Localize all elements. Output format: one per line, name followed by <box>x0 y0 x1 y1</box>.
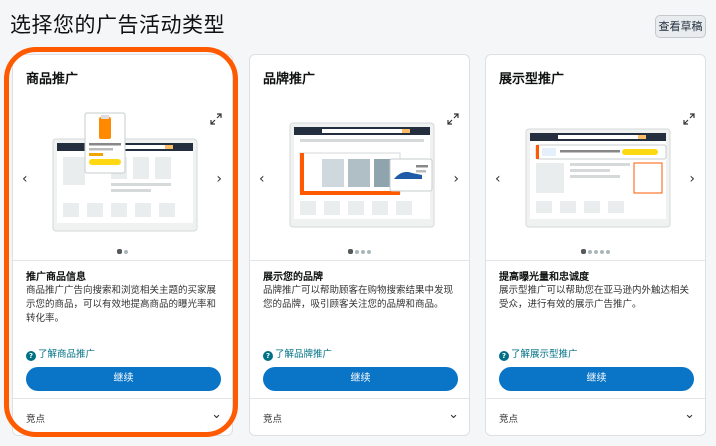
carousel-dot[interactable] <box>117 249 122 254</box>
campaign-card-sponsored-display: 展示型推广 ‹ › 提高曝光量和忠诚度 展示型推广可以帮助您在亚马逊内外触达相关… <box>485 54 706 436</box>
card-subtitle: 推广商品信息 <box>26 272 86 283</box>
footer-label: 竞点 <box>26 414 46 425</box>
divider <box>250 260 469 261</box>
expand-icon[interactable] <box>683 113 695 125</box>
help-icon: ? <box>263 351 273 361</box>
continue-button[interactable]: 继续 <box>26 367 221 391</box>
learn-more-label: 了解展示型推广 <box>511 349 578 360</box>
carousel-next-arrow[interactable]: › <box>453 171 459 187</box>
divider <box>486 398 705 399</box>
expand-icon[interactable] <box>447 113 459 125</box>
card-description: 商品推广广告向搜索和浏览相关主题的买家展示您的商品，可以有效地提高商品的曝光率和… <box>26 285 217 324</box>
carousel-dot[interactable] <box>606 250 610 254</box>
learn-more-link[interactable]: ? 了解展示型推广 <box>499 346 578 361</box>
card-description: 展示型推广可以帮助您在亚马逊内外触达相关受众，进行有效的展示广告推广。 <box>499 285 690 310</box>
sponsored-brands-illustration <box>289 122 435 228</box>
carousel-pagination[interactable] <box>486 239 705 258</box>
card-title: 品牌推广 <box>263 72 316 87</box>
divider <box>13 260 232 261</box>
card-subtitle: 提高曝光量和忠诚度 <box>499 272 589 283</box>
chevron-down-icon[interactable]: ⌄ <box>448 407 459 422</box>
learn-more-link[interactable]: ? 了解品牌推广 <box>263 346 332 361</box>
carousel-dot[interactable] <box>594 250 598 254</box>
carousel-dot[interactable] <box>348 249 353 254</box>
chevron-down-icon[interactable]: ⌄ <box>684 407 695 422</box>
carousel-dot[interactable] <box>355 250 359 254</box>
expand-icon[interactable] <box>210 113 222 125</box>
carousel-pagination[interactable] <box>250 239 469 258</box>
divider <box>13 398 232 399</box>
carousel-dot[interactable] <box>581 249 586 254</box>
view-drafts-button[interactable]: 查看草稿 <box>655 15 706 38</box>
learn-more-label: 了解品牌推广 <box>275 349 333 360</box>
campaign-card-sponsored-brands: 品牌推广 ‹ › 展示您的品牌 品牌推广可以帮助顾客在购物搜索结果中发现您的品牌… <box>249 54 470 436</box>
continue-button[interactable]: 继续 <box>499 367 694 391</box>
card-title: 商品推广 <box>26 72 79 87</box>
continue-button[interactable]: 继续 <box>263 367 458 391</box>
carousel-dot[interactable] <box>124 250 128 254</box>
chevron-down-icon[interactable]: ⌄ <box>211 407 222 422</box>
carousel-dot[interactable] <box>367 250 371 254</box>
carousel-prev-arrow[interactable]: ‹ <box>22 171 28 187</box>
card-subtitle: 展示您的品牌 <box>263 272 323 283</box>
carousel-prev-arrow[interactable]: ‹ <box>495 171 501 187</box>
carousel-prev-arrow[interactable]: ‹ <box>259 171 265 187</box>
help-icon: ? <box>26 351 36 361</box>
carousel-next-arrow[interactable]: › <box>216 171 222 187</box>
learn-more-label: 了解商品推广 <box>38 349 96 360</box>
carousel-dot[interactable] <box>600 250 604 254</box>
divider <box>486 260 705 261</box>
carousel-dot[interactable] <box>361 250 365 254</box>
footer-label: 竞点 <box>499 414 519 425</box>
card-description: 品牌推广可以帮助顾客在购物搜索结果中发现您的品牌，吸引顾客关注您的品牌和商品。 <box>263 285 454 310</box>
sponsored-products-illustration <box>52 112 198 232</box>
sponsored-display-illustration <box>525 128 671 228</box>
carousel-dot[interactable] <box>588 250 592 254</box>
help-icon: ? <box>499 351 509 361</box>
campaign-card-sponsored-products: 商品推广 ‹ › 推广商品信息 商品推广广告向搜索和浏览相关主题的买家展示您的商… <box>12 54 233 436</box>
learn-more-link[interactable]: ? 了解商品推广 <box>26 346 95 361</box>
card-title: 展示型推广 <box>499 72 565 87</box>
carousel-next-arrow[interactable]: › <box>689 171 695 187</box>
page-title: 选择您的广告活动类型 <box>10 13 225 37</box>
footer-label: 竞点 <box>263 414 283 425</box>
divider <box>250 398 469 399</box>
carousel-pagination[interactable] <box>13 239 232 258</box>
